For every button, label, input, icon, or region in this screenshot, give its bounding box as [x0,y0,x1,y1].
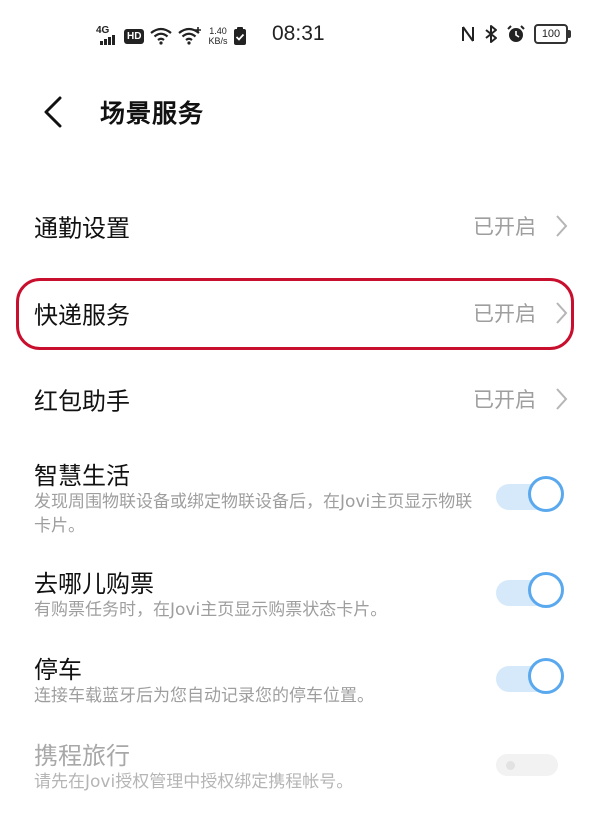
network-speed-unit: KB/s [208,36,228,46]
nav-item-value: 已开启 [473,388,536,412]
toggle-title: 携程旅行 [34,742,130,770]
network-speed-value: 1.40 [209,26,227,36]
toggle-row-ctrip-travel: 携程旅行 请先在Jovi授权管理中授权绑定携程帐号。 [0,736,600,796]
network-speed: 1.40 KB/s [208,26,227,46]
toggle-row-parking: 停车 连接车载蓝牙后为您自动记录您的停车位置。 [0,650,600,710]
smart-life-toggle[interactable] [496,476,564,516]
nfc-icon [462,26,474,42]
nav-item-label: 红包助手 [34,387,130,416]
status-time: 08:31 [272,22,325,45]
cellular-signal-icon: 4G [96,25,118,47]
back-button[interactable] [36,92,76,132]
battery-icon: 100 [534,24,571,44]
chevron-right-icon [556,388,568,410]
switch-knob [528,476,564,512]
qunar-tickets-toggle[interactable] [496,572,564,612]
wifi-plus-icon [178,27,202,45]
chevron-left-icon [44,96,62,128]
nav-item-label: 快递服务 [34,301,130,330]
status-bar: 4G HD 1.40 KB/s 08:31 100 [0,0,600,72]
chevron-right-icon [556,215,568,237]
page-title: 场景服务 [100,99,205,128]
toggle-title: 停车 [34,656,82,684]
chevron-right-icon [556,302,568,324]
toggle-description: 请先在Jovi授权管理中授权绑定携程帐号。 [34,772,354,792]
switch-knob [506,761,515,770]
toggle-description: 发现周围物联设备或绑定物联设备后，在Jovi主页显示物联卡片。 [34,492,473,536]
toggle-title: 去哪儿购票 [34,570,154,598]
nav-item-red-packet-assistant[interactable]: 红包助手 已开启 [0,369,600,429]
nav-item-value: 已开启 [473,302,536,326]
nav-item-value: 已开启 [473,215,536,239]
toggle-row-smart-life: 智慧生活 发现周围物联设备或绑定物联设备后，在Jovi主页显示物联卡片。 [0,456,600,544]
hd-badge: HD [124,28,145,44]
toggle-description: 连接车载蓝牙后为您自动记录您的停车位置。 [34,686,374,706]
nav-item-label: 通勤设置 [34,214,130,243]
switch-knob [528,572,564,608]
toggle-row-qunar-tickets: 去哪儿购票 有购票任务时，在Jovi主页显示购票状态卡片。 [0,564,600,624]
nav-item-express-service[interactable]: 快递服务 已开启 [0,283,600,343]
toggle-description: 有购票任务时，在Jovi主页显示购票状态卡片。 [34,600,388,620]
switch-knob [528,658,564,694]
alarm-clock-icon [507,25,525,42]
parking-toggle[interactable] [496,658,564,698]
status-right: 100 [460,24,571,44]
status-left: 4G HD 1.40 KB/s [96,24,247,48]
bluetooth-icon [485,25,497,43]
toggle-title: 智慧生活 [34,462,130,490]
ctrip-travel-toggle[interactable] [496,744,560,784]
clipboard-check-icon [234,27,247,45]
wifi-icon [150,27,173,45]
nav-item-commute-settings[interactable]: 通勤设置 已开启 [0,196,600,256]
